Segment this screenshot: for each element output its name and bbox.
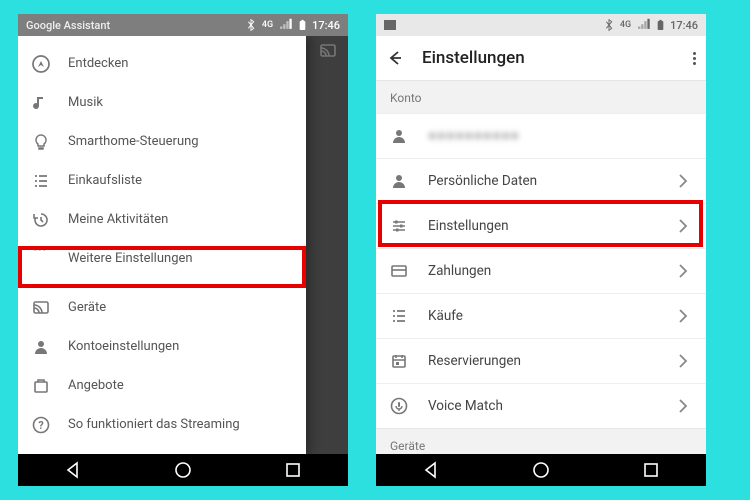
voice-icon (390, 397, 408, 415)
cast-icon[interactable] (318, 42, 338, 60)
bulb-icon (32, 133, 50, 151)
chevron-right-icon (674, 172, 692, 190)
status-bar: 4G 17:46 (376, 14, 706, 36)
list-icon (390, 307, 408, 325)
menu-label: Kontoeinstellungen (68, 339, 179, 354)
calendar-icon (390, 352, 408, 370)
highlight-box (18, 246, 306, 288)
history-icon (32, 211, 50, 229)
menu-item-shoppinglist[interactable]: Einkaufsliste (18, 161, 306, 200)
phone-right: 4G 17:46 Einstellungen Konto ■■■■■■■■■■ … (376, 14, 706, 486)
row-label: Persönliche Daten (428, 173, 537, 189)
nav-drawer: Entdecken Musik Smarthome-Steuerung Eink… (18, 36, 306, 454)
row-purchases[interactable]: Käufe (376, 293, 706, 338)
person-icon (390, 127, 408, 145)
row-label: Reservierungen (428, 353, 521, 369)
statusbar-app-title: Google Assistant (26, 19, 110, 32)
nav-back-icon[interactable] (63, 460, 83, 480)
menu-label: Entdecken (68, 56, 128, 71)
back-icon[interactable] (386, 49, 404, 67)
menu-label: Musik (68, 95, 103, 110)
row-label: Käufe (428, 308, 463, 324)
menu-item-activities[interactable]: Meine Aktivitäten (18, 200, 306, 239)
highlight-box (378, 200, 703, 247)
nav-recents-icon[interactable] (641, 460, 661, 480)
phone-left: Google Assistant 4G 17:46 Entdecken Musi… (18, 14, 348, 486)
signal-icon (278, 18, 293, 32)
music-icon (32, 94, 50, 112)
row-reservations[interactable]: Reservierungen (376, 338, 706, 383)
page-title: Einstellungen (422, 48, 525, 68)
bluetooth-icon (245, 17, 257, 33)
battery-icon (298, 18, 307, 33)
menu-item-discover[interactable]: Entdecken (18, 44, 306, 83)
card-icon (390, 262, 408, 280)
account-icon (32, 338, 50, 356)
app-bar: Einstellungen (376, 36, 706, 80)
row-label: Zahlungen (428, 263, 491, 279)
menu-label: Smarthome-Steuerung (68, 134, 199, 149)
account-name: ■■■■■■■■■■ (428, 128, 520, 144)
compass-icon (32, 55, 50, 73)
row-voice-match[interactable]: Voice Match (376, 383, 706, 428)
chevron-right-icon (674, 307, 692, 325)
signal-icon (636, 18, 651, 32)
clock: 17:46 (670, 19, 698, 32)
nav-home-icon[interactable] (173, 460, 193, 480)
battery-icon (656, 18, 665, 33)
content-area: Einstellungen Konto ■■■■■■■■■■ Persönlic… (376, 36, 706, 454)
help-icon (32, 416, 50, 434)
menu-label: So funktioniert das Streaming (68, 417, 240, 432)
chevron-right-icon (674, 352, 692, 370)
chevron-right-icon (674, 397, 692, 415)
nav-back-icon[interactable] (421, 460, 441, 480)
chevron-right-icon (674, 262, 692, 280)
android-navbar (376, 454, 706, 486)
bluetooth-icon (603, 17, 615, 33)
offers-icon (32, 377, 50, 395)
nav-recents-icon[interactable] (283, 460, 303, 480)
nav-home-icon[interactable] (531, 460, 551, 480)
overflow-menu-icon[interactable] (693, 52, 696, 65)
app-icon (384, 20, 396, 30)
network-label: 4G (620, 20, 631, 30)
status-bar: Google Assistant 4G 17:46 (18, 14, 348, 36)
menu-label: Einkaufsliste (68, 173, 142, 188)
clock: 17:46 (312, 19, 340, 32)
row-label: Voice Match (428, 398, 503, 414)
menu-label: Angebote (68, 378, 124, 393)
android-navbar (18, 454, 348, 486)
section-header-account: Konto (376, 80, 706, 113)
row-payments[interactable]: Zahlungen (376, 248, 706, 293)
menu-item-smarthome[interactable]: Smarthome-Steuerung (18, 122, 306, 161)
menu-item-account-settings[interactable]: Kontoeinstellungen (18, 327, 306, 366)
person-icon (390, 172, 408, 190)
section-header-devices: Geräte (376, 428, 706, 454)
menu-label: Meine Aktivitäten (68, 212, 168, 227)
row-account[interactable]: ■■■■■■■■■■ (376, 113, 706, 158)
content-area: Entdecken Musik Smarthome-Steuerung Eink… (18, 36, 348, 454)
menu-item-offers[interactable]: Angebote (18, 366, 306, 405)
menu-item-devices[interactable]: Geräte (18, 288, 306, 327)
menu-label: Geräte (68, 300, 106, 315)
menu-item-music[interactable]: Musik (18, 83, 306, 122)
network-label: 4G (262, 20, 273, 30)
list-icon (32, 172, 50, 190)
cast-icon (32, 299, 50, 317)
menu-item-streaming-howto[interactable]: So funktioniert das Streaming (18, 405, 306, 444)
row-personal-data[interactable]: Persönliche Daten (376, 158, 706, 203)
